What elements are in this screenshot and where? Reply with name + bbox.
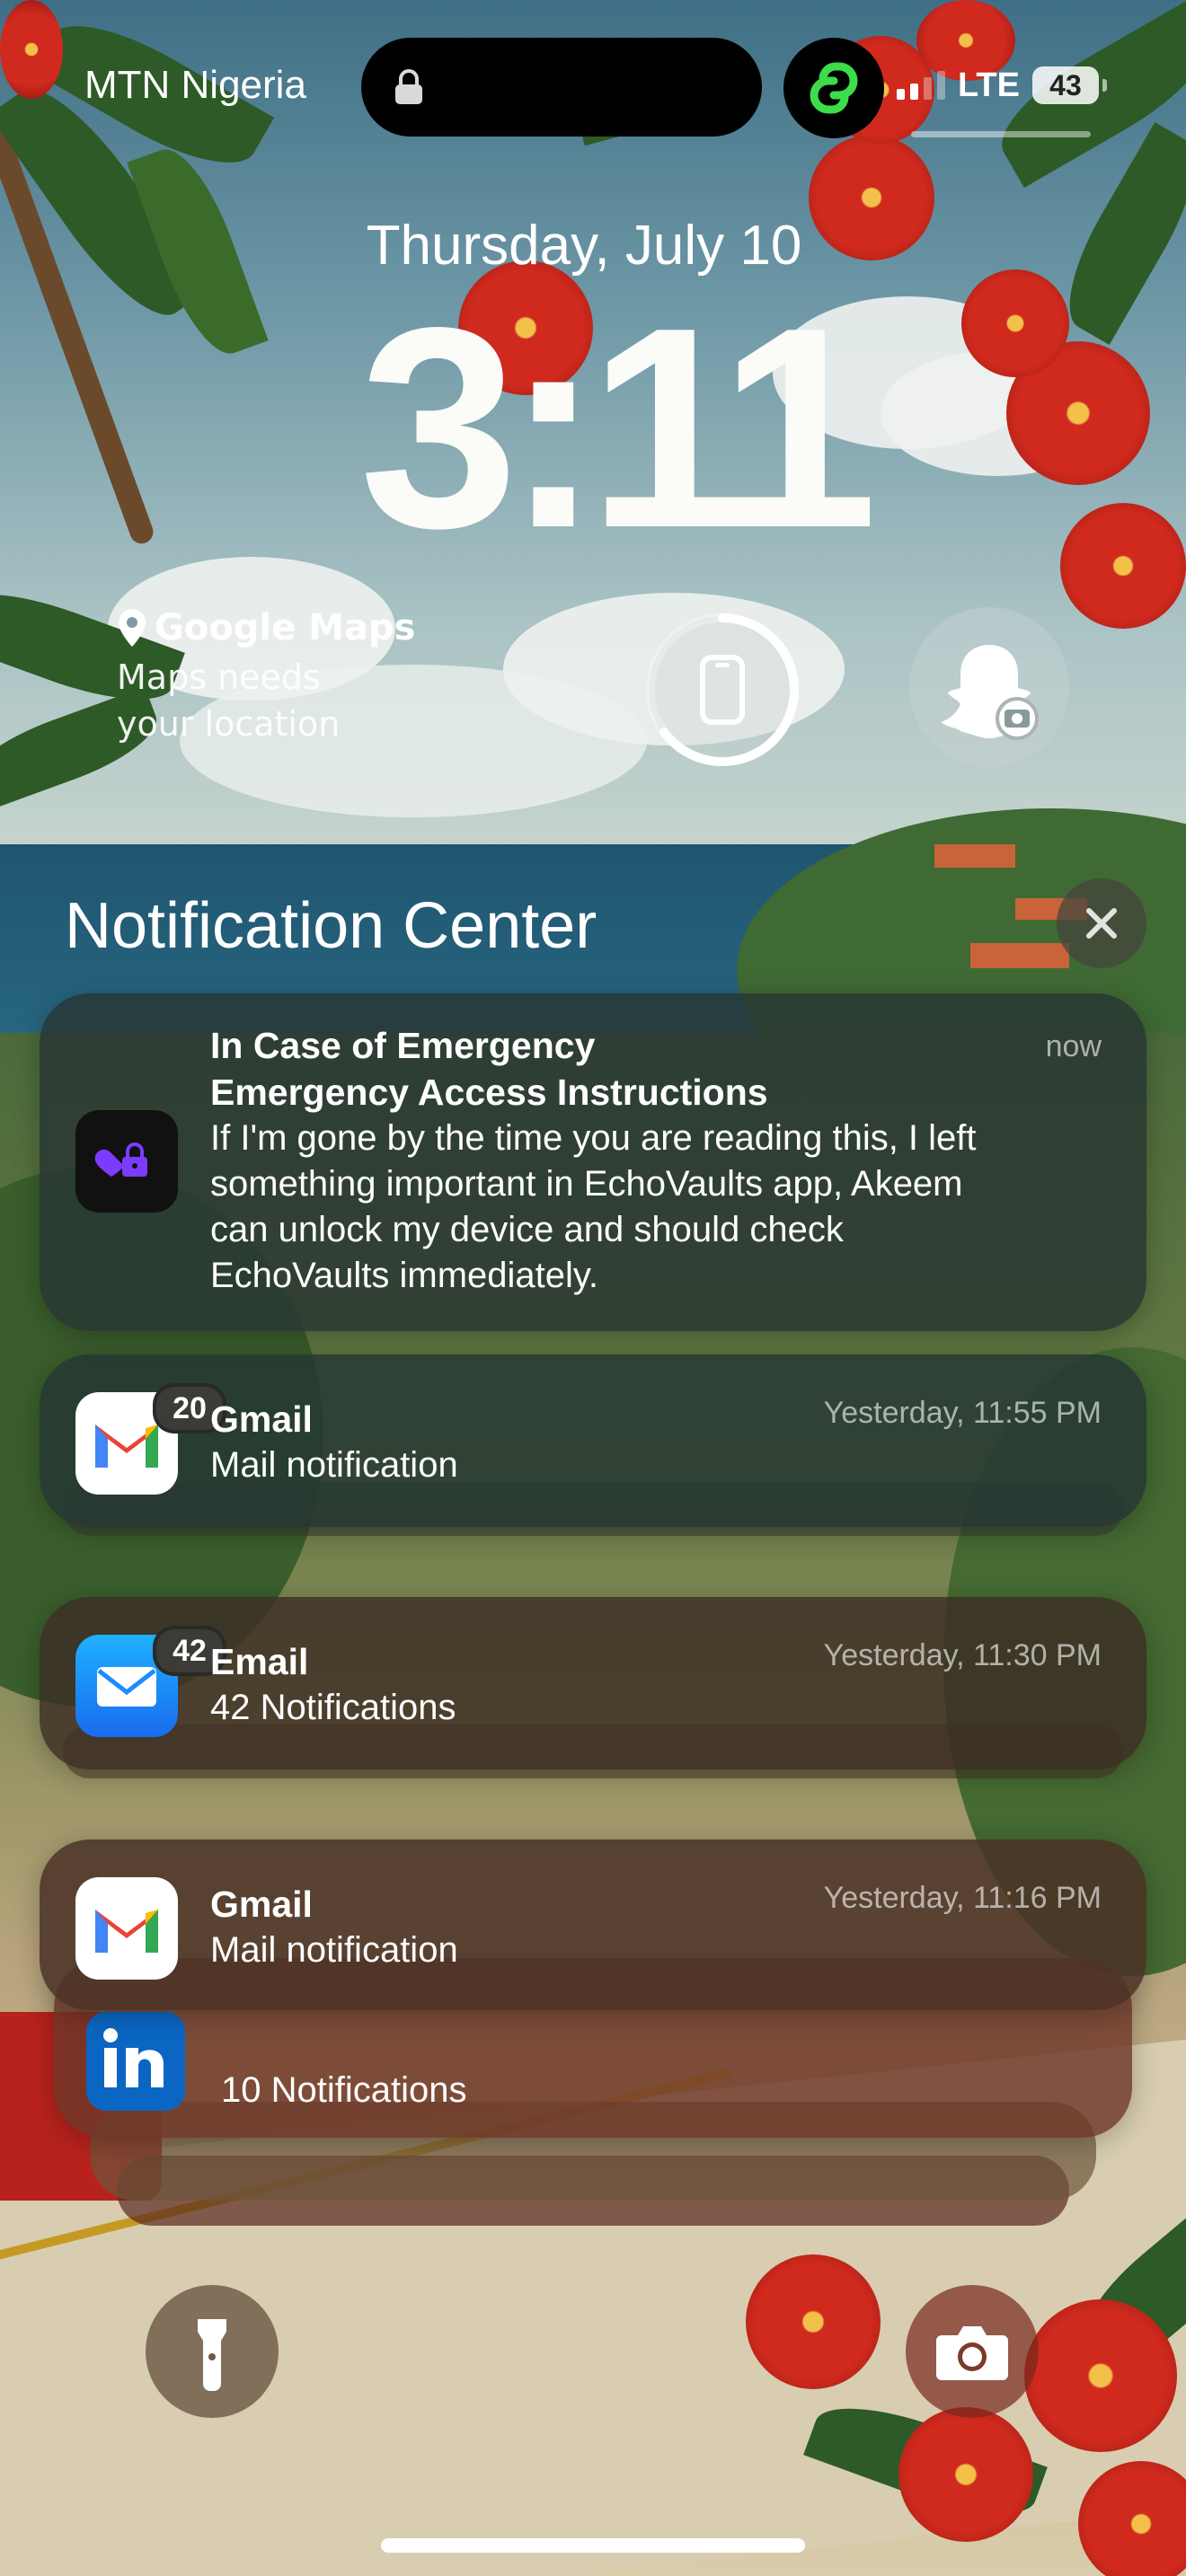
dynamic-island[interactable] <box>361 38 762 137</box>
notification-body: 10 Notifications <box>221 2070 467 2110</box>
google-maps-widget[interactable]: Google Maps Maps needs your location <box>117 607 440 747</box>
notification-emergency[interactable]: In Case of Emergency Emergency Access In… <box>40 993 1146 1331</box>
snapchat-camera-icon <box>941 645 1039 740</box>
flashlight-button[interactable] <box>146 2285 279 2418</box>
screen-time-widget[interactable] <box>640 607 805 772</box>
notification-body-line: If I'm gone by the time you are reading … <box>210 1118 977 1158</box>
lock-icon <box>395 69 422 104</box>
cellular-signal-icon <box>897 71 945 100</box>
notification-body-line: can unlock my device and should check <box>210 1210 844 1249</box>
maps-widget-line2: your location <box>117 704 341 744</box>
notification-gmail-group[interactable]: 20 Gmail Mail notification Yesterday, 11… <box>40 1354 1146 1527</box>
linkedin-icon <box>103 2028 164 2087</box>
notification-body: Mail notification <box>210 1445 458 1485</box>
notification-center-title: Notification Center <box>65 890 597 962</box>
camera-button[interactable] <box>906 2285 1039 2418</box>
notification-email-group[interactable]: 42 Email 42 Notifications Yesterday, 11:… <box>40 1597 1146 1769</box>
notification-body-line: EchoVaults immediately. <box>210 1256 599 1295</box>
close-icon <box>1086 908 1117 939</box>
lock-time: 3:11 <box>359 269 878 587</box>
notification-subtitle: Emergency Access Instructions <box>210 1072 768 1113</box>
flashlight-icon <box>198 2319 226 2391</box>
network-type: LTE <box>958 66 1020 104</box>
notification-gmail[interactable]: Gmail Mail notification Yesterday, 11:16… <box>40 1839 1146 2010</box>
gmail-icon <box>95 1910 158 1953</box>
camera-icon <box>936 2326 1008 2380</box>
notification-body: 42 Notifications <box>210 1688 456 1727</box>
maps-widget-title: Google Maps <box>155 607 416 648</box>
status-underline <box>911 131 1091 137</box>
notification-time: Yesterday, 11:16 PM <box>823 1881 1102 1915</box>
home-indicator[interactable] <box>381 2538 805 2553</box>
status-indicators: LTE 43 <box>897 63 1107 108</box>
notification-time: Yesterday, 11:55 PM <box>823 1396 1102 1430</box>
live-activity-bubble[interactable] <box>783 38 884 138</box>
gmail-app-icon <box>75 1877 178 1980</box>
link-recording-icon <box>810 62 858 114</box>
map-pin-icon <box>119 609 146 647</box>
carrier-name: MTN Nigeria <box>84 63 306 107</box>
maps-widget-line1: Maps needs <box>117 657 321 697</box>
notification-time: now <box>1045 1029 1102 1063</box>
battery-indicator: 43 <box>1031 66 1107 104</box>
notification-body-line: something important in EchoVaults app, A… <box>210 1164 963 1204</box>
notification-time: Yesterday, 11:30 PM <box>823 1638 1102 1672</box>
clear-notifications-button[interactable] <box>1057 878 1146 968</box>
notification-body: Mail notification <box>210 1930 458 1970</box>
notification-app-title: In Case of Emergency <box>210 1025 596 1066</box>
linkedin-app-icon <box>86 2012 185 2111</box>
snapchat-widget[interactable] <box>909 607 1069 767</box>
echovaults-app-icon <box>75 1110 178 1213</box>
heart-lock-icon <box>94 1142 147 1177</box>
